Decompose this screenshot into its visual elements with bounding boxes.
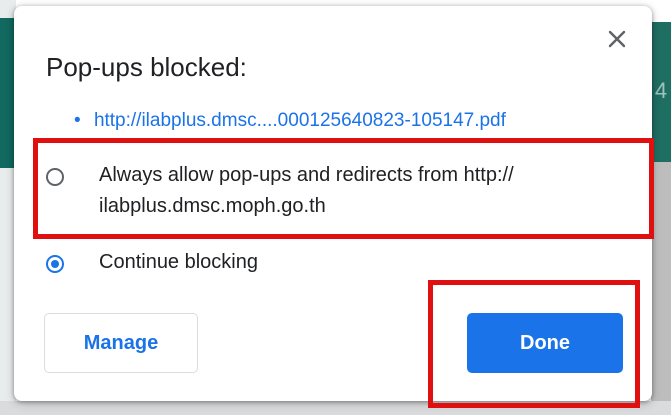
- page-backdrop-right-gray: [651, 162, 671, 415]
- done-button[interactable]: Done: [467, 313, 623, 373]
- page-backdrop-peek-text: 4: [654, 78, 668, 103]
- continue-blocking-radio[interactable]: [46, 255, 64, 273]
- manage-button[interactable]: Manage: [44, 313, 198, 373]
- close-icon: [608, 30, 626, 48]
- close-button[interactable]: [602, 24, 632, 54]
- popups-blocked-bubble: Pop-ups blocked: • http://ilabplus.dmsc.…: [14, 6, 652, 401]
- blocked-popup-link-row: • http://ilabplus.dmsc....000125640823-1…: [74, 110, 506, 132]
- blocked-popup-link[interactable]: http://ilabplus.dmsc....000125640823-105…: [94, 110, 506, 131]
- page-backdrop-bottom: [0, 401, 671, 415]
- continue-blocking-option[interactable]: Continue blocking: [46, 250, 258, 278]
- always-allow-label: Always allow pop-ups and redirects from …: [99, 164, 514, 217]
- popup-title: Pop-ups blocked:: [46, 52, 247, 82]
- continue-blocking-label: Continue blocking: [99, 251, 258, 273]
- always-allow-radio[interactable]: [46, 168, 64, 186]
- link-bullet: •: [74, 110, 81, 131]
- always-allow-option[interactable]: Always allow pop-ups and redirects from …: [46, 163, 619, 222]
